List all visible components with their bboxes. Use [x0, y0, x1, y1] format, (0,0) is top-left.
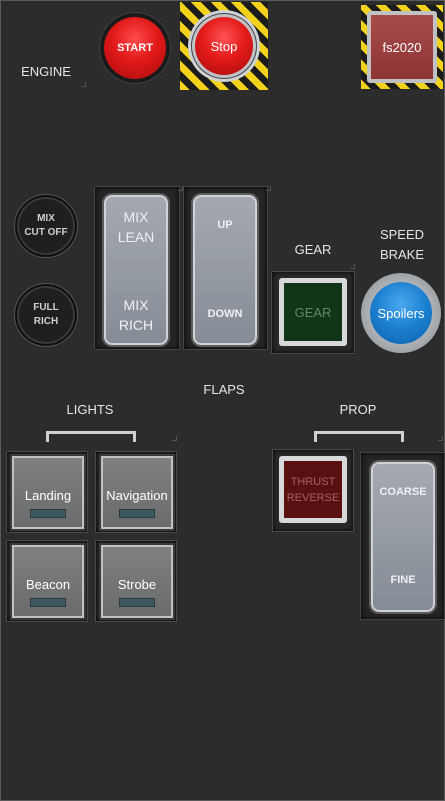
gear-label: GEAR	[294, 242, 332, 257]
start-button-label: START	[104, 17, 166, 79]
flaps-corner	[266, 186, 271, 191]
start-button[interactable]: START	[99, 12, 171, 84]
flaps-down-label: DOWN	[207, 308, 243, 320]
mixture-lever[interactable]: MIX LEAN MIX RICH	[104, 195, 168, 345]
mixture-lean-label: MIX LEAN	[117, 209, 155, 245]
spoilers-button[interactable]: Spoilers	[370, 282, 432, 344]
lights-corner	[172, 436, 177, 441]
landing-label: Landing	[24, 488, 72, 503]
engine-label: ENGINE	[21, 64, 71, 79]
landing-button[interactable]: Landing	[12, 456, 84, 529]
gear-corner	[350, 264, 355, 269]
beacon-button[interactable]: Beacon	[12, 545, 84, 618]
fs2020-button[interactable]: fs2020	[371, 15, 433, 79]
engine-label-corner	[81, 82, 86, 87]
flaps-up-label: UP	[217, 219, 233, 231]
lights-label: LIGHTS	[66, 402, 114, 417]
flaps-lever[interactable]: UP DOWN	[193, 195, 257, 345]
strobe-indicator	[119, 598, 155, 607]
prop-coarse-label: COARSE	[379, 486, 427, 498]
mixture-rich-label: MIX RICH	[118, 297, 154, 333]
strobe-label: Strobe	[117, 577, 157, 592]
gear-button[interactable]: GEAR	[284, 283, 342, 341]
navigation-button[interactable]: Navigation	[101, 456, 173, 529]
mix-cut-off-button[interactable]: MIX CUT OFF	[15, 195, 77, 257]
prop-lever[interactable]: COARSE FINE	[371, 462, 435, 612]
flaps-label: FLAPS	[203, 382, 245, 397]
navigation-label: Navigation	[106, 488, 168, 503]
prop-bracket	[314, 431, 404, 442]
speed-brake-label: SPEED BRAKE	[379, 227, 425, 262]
lights-bracket	[46, 431, 136, 442]
stop-button[interactable]: Stop	[191, 13, 257, 79]
strobe-button[interactable]: Strobe	[101, 545, 173, 618]
navigation-indicator	[119, 509, 155, 518]
thrust-reverse-button[interactable]: THRUST REVERSE	[284, 461, 342, 518]
landing-indicator	[30, 509, 66, 518]
prop-label: PROP	[339, 402, 377, 417]
stop-button-label: Stop	[195, 17, 253, 75]
prop-corner	[438, 436, 443, 441]
full-rich-button[interactable]: FULL RICH	[15, 284, 77, 346]
beacon-label: Beacon	[25, 577, 71, 592]
beacon-indicator	[30, 598, 66, 607]
prop-fine-label: FINE	[390, 574, 416, 586]
